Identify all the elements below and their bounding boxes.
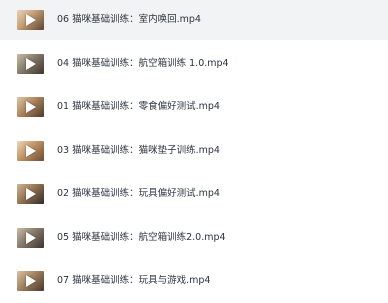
file-name[interactable]: 01 猫咪基础训练：零食偏好测试.mp4 [57,87,220,127]
video-thumbnail[interactable] [17,10,44,30]
video-file-list: 06 猫咪基础训练：室内唤回.mp4 04 猫咪基础训练：航空箱训练 1.0.mp… [0,0,388,303]
video-thumbnail[interactable] [17,54,44,74]
file-row[interactable]: 06 猫咪基础训练：室内唤回.mp4 [0,0,388,40]
play-icon [26,58,36,70]
video-thumbnail[interactable] [17,271,44,291]
file-name[interactable]: 02 猫咪基础训练：玩具偏好测试.mp4 [57,174,220,214]
file-row[interactable]: 03 猫咪基础训练：猫咪垫子训练.mp4 [0,131,388,171]
video-thumbnail[interactable] [17,141,44,161]
file-name[interactable]: 03 猫咪基础训练：猫咪垫子训练.mp4 [57,131,220,171]
file-row[interactable]: 05 猫咪基础训练：航空箱训练2.0.mp4 [0,218,388,258]
video-thumbnail[interactable] [17,97,44,117]
file-name[interactable]: 06 猫咪基础训练：室内唤回.mp4 [57,0,201,40]
file-row[interactable]: 01 猫咪基础训练：零食偏好测试.mp4 [0,87,388,127]
play-icon [26,232,36,244]
play-icon [26,101,36,113]
file-row[interactable]: 07 猫咪基础训练：玩具与游戏.mp4 [0,261,388,301]
file-name[interactable]: 07 猫咪基础训练：玩具与游戏.mp4 [57,261,210,301]
file-name[interactable]: 05 猫咪基础训练：航空箱训练2.0.mp4 [57,218,226,258]
video-thumbnail[interactable] [17,228,44,248]
file-name[interactable]: 04 猫咪基础训练：航空箱训练 1.0.mp4 [57,44,229,84]
play-icon [26,145,36,157]
play-icon [26,14,36,26]
file-row[interactable]: 04 猫咪基础训练：航空箱训练 1.0.mp4 [0,44,388,84]
video-thumbnail[interactable] [17,184,44,204]
file-row[interactable]: 02 猫咪基础训练：玩具偏好测试.mp4 [0,174,388,214]
play-icon [26,275,36,287]
play-icon [26,188,36,200]
